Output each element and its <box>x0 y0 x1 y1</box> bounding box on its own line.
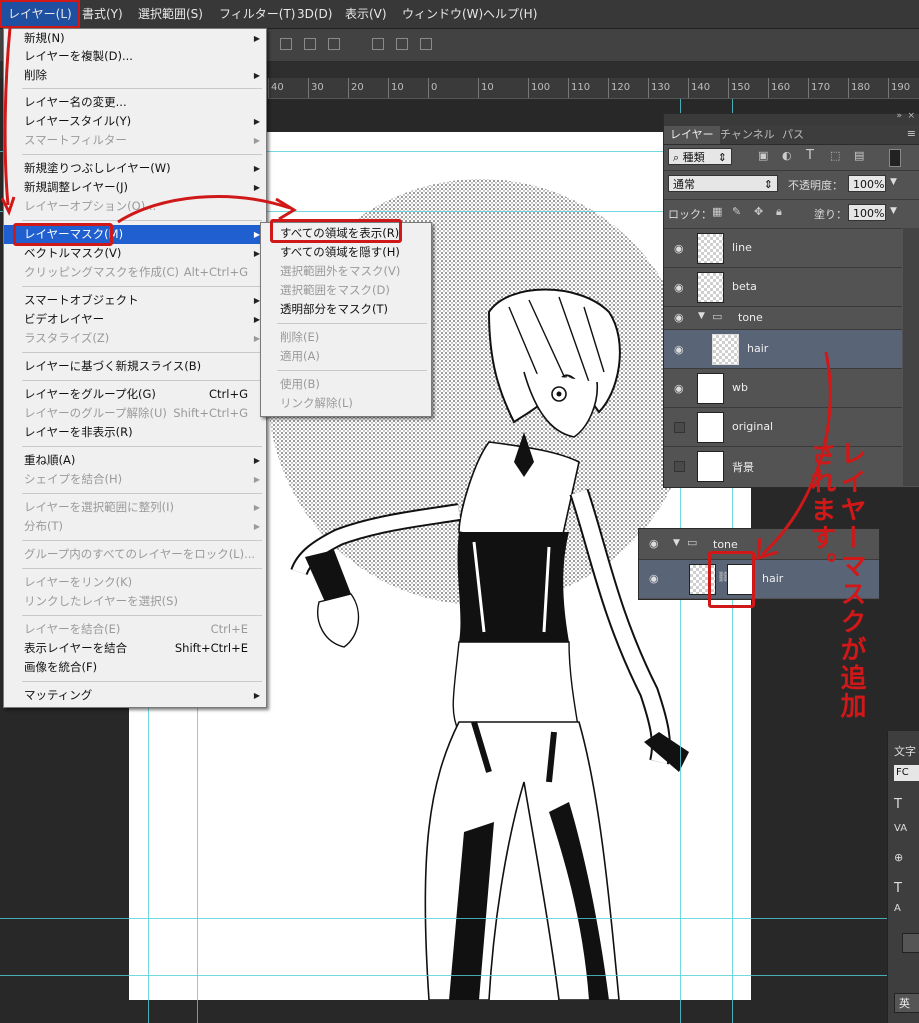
annotation-arrows <box>0 27 832 561</box>
annotation-text: レイヤーマスクが追加されます。 <box>806 440 866 720</box>
arrow-menu-to-mask <box>3 27 12 206</box>
arrow-mask-to-submenu <box>117 195 291 224</box>
